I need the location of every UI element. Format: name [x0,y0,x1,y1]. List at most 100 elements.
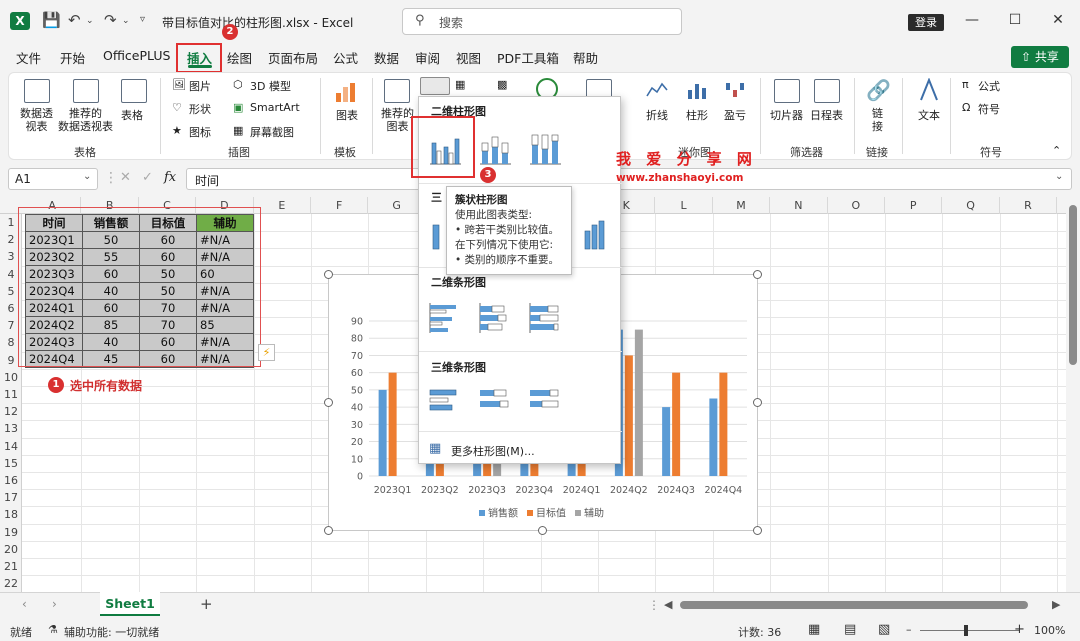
resize-handle[interactable] [324,270,333,279]
page-break-view-icon[interactable]: ▧ [878,622,890,637]
symbol-button[interactable]: 符号 [978,101,1000,117]
shapes-icon[interactable]: ♡ [172,101,182,114]
collapse-ribbon-icon[interactable]: ⌃ [1052,144,1061,157]
bar-chart-icon[interactable]: ▦ [455,78,465,91]
3d-stacked-bar-option[interactable] [477,385,513,419]
row-header-16[interactable]: 16 [0,472,22,489]
column-header-o[interactable]: O [828,197,885,214]
tab-help[interactable]: 帮助 [573,48,598,67]
tab-draw[interactable]: 绘图 [227,48,252,67]
zoom-out-icon[interactable]: – [906,623,912,636]
column-chart-dropdown-button[interactable] [420,77,450,95]
link-button[interactable]: 链 接 [872,107,883,133]
login-button[interactable]: 登录 [908,14,944,31]
column-header-e[interactable]: E [254,197,311,214]
sheet-tab-sheet1[interactable]: Sheet1 [100,592,160,616]
expand-formula-icon[interactable]: ⌄ [1055,171,1063,182]
column-header-f[interactable]: F [311,197,369,214]
resize-handle[interactable] [753,398,762,407]
3d-clustered-bar-option[interactable] [427,385,463,419]
symbol-icon[interactable]: Ω [962,101,970,114]
cancel-icon[interactable]: ✕ [120,170,131,185]
pivot-table-icon[interactable] [24,79,50,103]
row-header-10[interactable]: 10 [0,369,22,386]
resize-handle[interactable] [324,398,333,407]
3d-percent-stacked-bar-option[interactable] [527,385,563,419]
undo-dropdown-icon[interactable]: ⌄ [86,16,94,26]
timeline-icon[interactable] [814,79,840,103]
zoom-level[interactable]: 100% [1034,624,1065,637]
3d-model-button[interactable]: 3D 模型 [250,78,291,94]
clustered-bar-option[interactable] [427,301,463,335]
share-button[interactable]: ⇧ 共享 [1011,46,1069,68]
table-icon[interactable] [121,79,147,103]
accessibility-icon[interactable]: ⚗ [48,623,58,636]
insert-function-icon[interactable]: fx [164,170,176,185]
picture-button[interactable]: 图片 [189,78,211,94]
column-header-q[interactable]: Q [942,197,1000,214]
icons-button[interactable]: 图标 [189,124,211,140]
column-header-l[interactable]: L [655,197,713,214]
table-button[interactable]: 表格 [121,107,143,123]
accessibility-status[interactable]: 辅助功能: 一切就绪 [64,624,159,640]
zoom-slider-track[interactable] [920,630,1020,631]
prev-sheet-icon[interactable]: ‹ [22,597,27,611]
charts-icon[interactable] [334,79,358,103]
enter-icon[interactable]: ✓ [142,170,153,185]
percent-stacked-column-option[interactable] [527,131,563,167]
tab-view[interactable]: 视图 [456,48,481,67]
equation-button[interactable]: 公式 [978,78,1000,94]
sparkline-winloss-icon[interactable] [724,80,746,100]
hierarchy-chart-icon[interactable]: ▩ [497,78,507,91]
tab-review[interactable]: 审阅 [415,48,440,67]
row-header-15[interactable]: 15 [0,455,22,472]
sparkline-winloss-button[interactable]: 盈亏 [724,107,746,123]
text-button[interactable]: 文本 [918,107,940,123]
tab-home[interactable]: 开始 [60,48,85,67]
smartart-icon[interactable]: ▣ [233,101,243,114]
horizontal-scroll-thumb[interactable] [680,601,1028,609]
column-header-r[interactable]: R [1000,197,1058,214]
row-header-19[interactable]: 19 [0,524,22,541]
column-header-p[interactable]: P [885,197,943,214]
name-box-dropdown-icon[interactable]: ⌄ [83,171,91,182]
resize-handle[interactable] [324,526,333,535]
recommended-charts-button[interactable]: 推荐的 图表 [381,107,414,133]
redo-dropdown-icon[interactable]: ⌄ [122,16,130,26]
tab-formulas[interactable]: 公式 [333,48,358,67]
row-header-12[interactable]: 12 [0,403,22,420]
row-header-11[interactable]: 11 [0,386,22,403]
sparkline-line-button[interactable]: 折线 [646,107,668,123]
minimize-button[interactable]: — [960,10,984,30]
row-header-13[interactable]: 13 [0,420,22,437]
tab-officeplus[interactable]: OfficePLUS [103,48,170,63]
add-sheet-button[interactable]: + [200,595,213,613]
recommended-pivot-icon[interactable] [73,79,99,103]
percent-stacked-bar-option[interactable] [527,301,563,335]
next-sheet-icon[interactable]: › [52,597,57,611]
tab-pdf-toolbox[interactable]: PDF工具箱 [497,48,559,67]
quick-analysis-icon[interactable]: ⚡ [258,344,275,361]
equation-icon[interactable]: π [962,78,969,91]
text-icon[interactable] [918,77,940,102]
tab-page-layout[interactable]: 页面布局 [268,48,318,67]
timeline-button[interactable]: 日程表 [810,107,843,123]
link-icon[interactable]: 🔗 [866,78,891,102]
resize-handle[interactable] [753,526,762,535]
slicer-icon[interactable] [774,79,800,103]
name-box[interactable]: A1 ⌄ [8,168,98,190]
3d-model-icon[interactable]: ⬡ [233,78,243,91]
row-header-14[interactable]: 14 [0,438,22,455]
row-header-21[interactable]: 21 [0,558,22,575]
stacked-column-option[interactable] [477,131,513,167]
scroll-right-icon[interactable]: ▶ [1052,598,1060,611]
search-box[interactable]: ⚲ 搜索 [402,8,682,35]
maximize-button[interactable]: ☐ [1003,10,1027,30]
recommended-pivot-button[interactable]: 推荐的 数据透视表 [58,107,113,133]
row-header-18[interactable]: 18 [0,506,22,523]
resize-handle[interactable] [753,270,762,279]
sparkline-line-icon[interactable] [646,80,668,100]
picture-icon[interactable]: 🖼 [172,78,186,91]
customize-qat-icon[interactable]: ▿ [140,14,145,25]
slicer-button[interactable]: 切片器 [770,107,803,123]
